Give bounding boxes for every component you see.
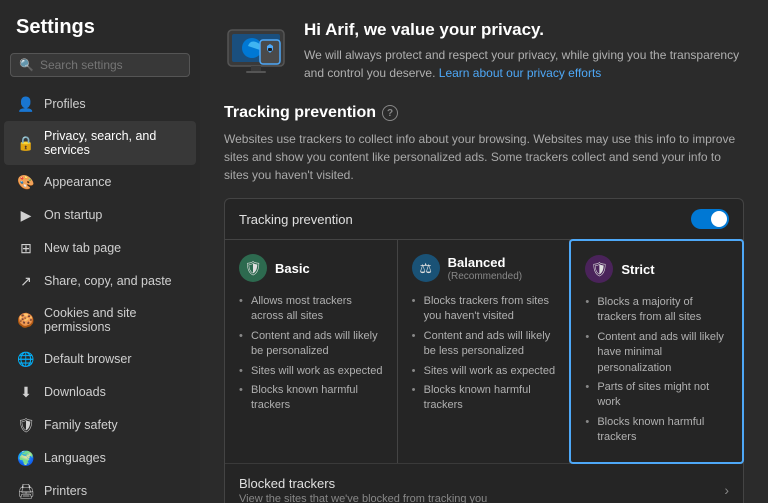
sidebar-label-newtab: New tab page: [44, 241, 121, 255]
tracking-section-desc: Websites use trackers to collect info ab…: [224, 130, 744, 184]
sidebar-icon-languages: 🌍: [18, 450, 34, 466]
sidebar-label-printers: Printers: [44, 484, 87, 498]
sidebar-title: Settings: [0, 0, 200, 47]
privacy-header: Hi Arif, we value your privacy. We will …: [224, 20, 744, 84]
tracking-header: Tracking prevention: [225, 199, 743, 240]
sidebar-icon-startup: ▶: [18, 207, 34, 223]
main-content: Hi Arif, we value your privacy. We will …: [200, 0, 768, 503]
sidebar-icon-appearance: 🎨: [18, 174, 34, 190]
tracking-option-strict[interactable]: 🛡 Strict Blocks a majority of trackers f…: [569, 239, 744, 464]
sidebar-item-printers[interactable]: 🖨 Printers: [4, 475, 196, 503]
strict-icon: 🛡: [585, 255, 613, 283]
tracking-option-balanced[interactable]: ⚖ Balanced (Recommended) Blocks trackers…: [398, 240, 571, 463]
blocked-trackers-desc: View the sites that we've blocked from t…: [239, 493, 487, 503]
sidebar-icon-downloads: ⬇: [18, 384, 34, 400]
sidebar-label-downloads: Downloads: [44, 385, 106, 399]
sidebar-item-languages[interactable]: 🌍 Languages: [4, 442, 196, 474]
sidebar-icon-cookies: 🍪: [18, 312, 34, 328]
search-icon: 🔍: [19, 58, 34, 72]
balanced-icon: ⚖: [412, 254, 440, 282]
strict-title: Strict: [621, 262, 654, 277]
sidebar-item-newtab[interactable]: ⊞ New tab page: [4, 232, 196, 264]
privacy-icon: [224, 20, 288, 84]
sidebar-icon-privacy: 🔒: [18, 135, 34, 151]
sidebar-item-downloads[interactable]: ⬇ Downloads: [4, 376, 196, 408]
sidebar-items: 👤 Profiles 🔒 Privacy, search, and servic…: [0, 87, 200, 503]
basic-title: Basic: [275, 261, 310, 276]
sidebar-label-family: Family safety: [44, 418, 118, 432]
search-input[interactable]: [40, 58, 181, 72]
privacy-text: Hi Arif, we value your privacy. We will …: [304, 20, 744, 82]
sidebar-label-privacy: Privacy, search, and services: [44, 129, 182, 157]
sidebar-label-appearance: Appearance: [44, 175, 111, 189]
help-icon[interactable]: ?: [382, 105, 398, 121]
privacy-description: We will always protect and respect your …: [304, 46, 744, 82]
tracking-header-label: Tracking prevention: [239, 212, 353, 227]
sidebar-label-cookies: Cookies and site permissions: [44, 306, 182, 334]
sidebar-icon-newtab: ⊞: [18, 240, 34, 256]
blocked-trackers-row[interactable]: Blocked trackers View the sites that we'…: [225, 463, 743, 503]
sidebar-item-share[interactable]: ↗ Share, copy, and paste: [4, 265, 196, 297]
search-box[interactable]: 🔍: [10, 53, 190, 77]
blocked-trackers-label: Blocked trackers: [239, 476, 487, 491]
sidebar-item-appearance[interactable]: 🎨 Appearance: [4, 166, 196, 198]
privacy-greeting: Hi Arif, we value your privacy.: [304, 20, 744, 40]
sidebar-item-default[interactable]: 🌐 Default browser: [4, 343, 196, 375]
tracking-section-heading: Tracking prevention ?: [224, 104, 744, 122]
sidebar-label-languages: Languages: [44, 451, 106, 465]
tracking-options: 🛡 Basic Allows most trackers across all …: [225, 240, 743, 463]
sidebar-label-startup: On startup: [44, 208, 102, 222]
sidebar-item-family[interactable]: 🛡 Family safety: [4, 409, 196, 441]
sidebar-label-profiles: Profiles: [44, 97, 86, 111]
basic-icon: 🛡: [239, 254, 267, 282]
sidebar-item-cookies[interactable]: 🍪 Cookies and site permissions: [4, 298, 196, 342]
sidebar-icon-profiles: 👤: [18, 96, 34, 112]
sidebar-label-default: Default browser: [44, 352, 132, 366]
sidebar-item-profiles[interactable]: 👤 Profiles: [4, 88, 196, 120]
tracking-box: Tracking prevention 🛡 Basic Allows most …: [224, 198, 744, 503]
sidebar-icon-printers: 🖨: [18, 483, 34, 499]
blocked-trackers-chevron: ›: [724, 482, 729, 498]
privacy-link[interactable]: Learn about our privacy efforts: [439, 66, 602, 80]
tracking-option-basic[interactable]: 🛡 Basic Allows most trackers across all …: [225, 240, 398, 463]
sidebar: Settings 🔍 👤 Profiles 🔒 Privacy, search,…: [0, 0, 200, 503]
tracking-toggle[interactable]: [691, 209, 729, 229]
balanced-title: Balanced: [448, 255, 522, 270]
sidebar-label-share: Share, copy, and paste: [44, 274, 172, 288]
sidebar-item-privacy[interactable]: 🔒 Privacy, search, and services: [4, 121, 196, 165]
sidebar-item-startup[interactable]: ▶ On startup: [4, 199, 196, 231]
sidebar-icon-default: 🌐: [18, 351, 34, 367]
sidebar-icon-share: ↗: [18, 273, 34, 289]
sidebar-icon-family: 🛡: [18, 417, 34, 433]
